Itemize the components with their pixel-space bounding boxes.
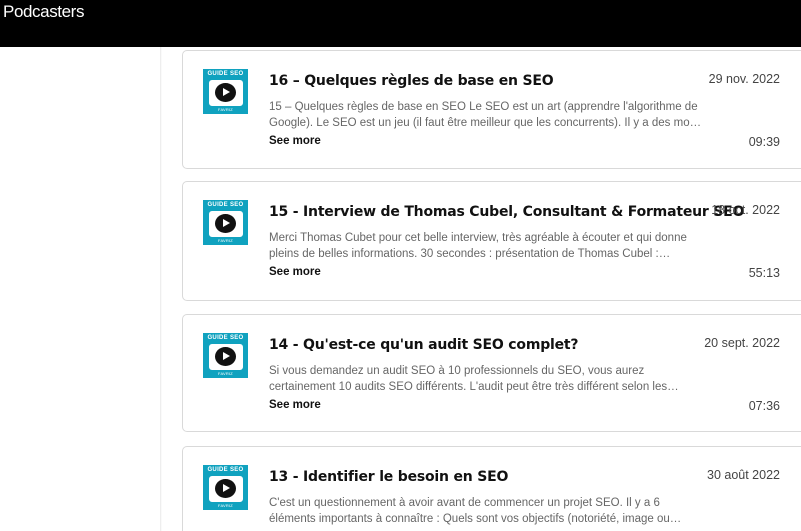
- episode-description: Si vous demandez un audit SEO à 10 profe…: [269, 365, 679, 393]
- episode-card[interactable]: GUIDE SEO FAVRIZ 15 - Interview de Thoma…: [182, 181, 801, 301]
- play-icon[interactable]: [215, 479, 236, 498]
- episode-date: 30 août 2022: [707, 468, 780, 482]
- episode-duration: 07:36: [748, 399, 780, 413]
- episode-title[interactable]: 16 – Quelques règles de base en SEO: [269, 73, 709, 89]
- episode-duration: 55:13: [748, 266, 780, 280]
- episode-title[interactable]: 13 - Identifier le besoin en SEO: [269, 469, 709, 485]
- see-more-link[interactable]: See more: [269, 399, 321, 411]
- episode-title[interactable]: 15 - Interview de Thomas Cubel, Consulta…: [269, 204, 744, 220]
- episode-title[interactable]: 14 - Qu'est-ce qu'un audit SEO complet?: [269, 337, 709, 353]
- play-icon[interactable]: [215, 214, 236, 233]
- episode-card[interactable]: GUIDE SEO FAVRIZ 14 - Qu'est-ce qu'un au…: [182, 314, 801, 432]
- thumbnail-label: GUIDE SEO: [207, 335, 244, 341]
- play-icon[interactable]: [215, 347, 236, 366]
- see-more-link[interactable]: See more: [269, 135, 321, 147]
- thumbnail-footer: FAVRIZ: [218, 503, 233, 508]
- panel-divider: [160, 47, 162, 531]
- episode-thumbnail[interactable]: GUIDE SEO FAVRIZ: [203, 69, 248, 114]
- play-icon[interactable]: [215, 83, 236, 102]
- episode-date: 20 sept. 2022: [704, 336, 780, 350]
- thumbnail-label: GUIDE SEO: [207, 71, 244, 77]
- thumbnail-footer: FAVRIZ: [218, 371, 233, 376]
- episode-card[interactable]: GUIDE SEO FAVRIZ 13 - Identifier le beso…: [182, 446, 801, 531]
- thumbnail-label: GUIDE SEO: [207, 467, 244, 473]
- episode-date: 18 oct. 2022: [711, 203, 780, 217]
- episode-thumbnail[interactable]: GUIDE SEO FAVRIZ: [203, 465, 248, 510]
- episode-duration: 09:39: [748, 135, 780, 149]
- brand-logo[interactable]: Podcasters: [3, 2, 84, 22]
- episode-date: 29 nov. 2022: [708, 72, 780, 86]
- episode-thumbnail[interactable]: GUIDE SEO FAVRIZ: [203, 200, 248, 245]
- episode-description: 15 – Quelques règles de base en SEO Le S…: [269, 101, 702, 129]
- episode-card[interactable]: GUIDE SEO FAVRIZ 16 – Quelques règles de…: [182, 50, 801, 169]
- episode-thumbnail[interactable]: GUIDE SEO FAVRIZ: [203, 333, 248, 378]
- episode-feed: GUIDE SEO FAVRIZ 16 – Quelques règles de…: [0, 47, 801, 531]
- thumbnail-label: GUIDE SEO: [207, 202, 244, 208]
- episode-description: Merci Thomas Cubet pour cet belle interv…: [269, 232, 687, 260]
- thumbnail-footer: FAVRIZ: [218, 238, 233, 243]
- top-bar: Podcasters: [0, 0, 801, 47]
- see-more-link[interactable]: See more: [269, 266, 321, 278]
- thumbnail-footer: FAVRIZ: [218, 107, 233, 112]
- episode-description: C'est un questionnement à avoir avant de…: [269, 497, 682, 525]
